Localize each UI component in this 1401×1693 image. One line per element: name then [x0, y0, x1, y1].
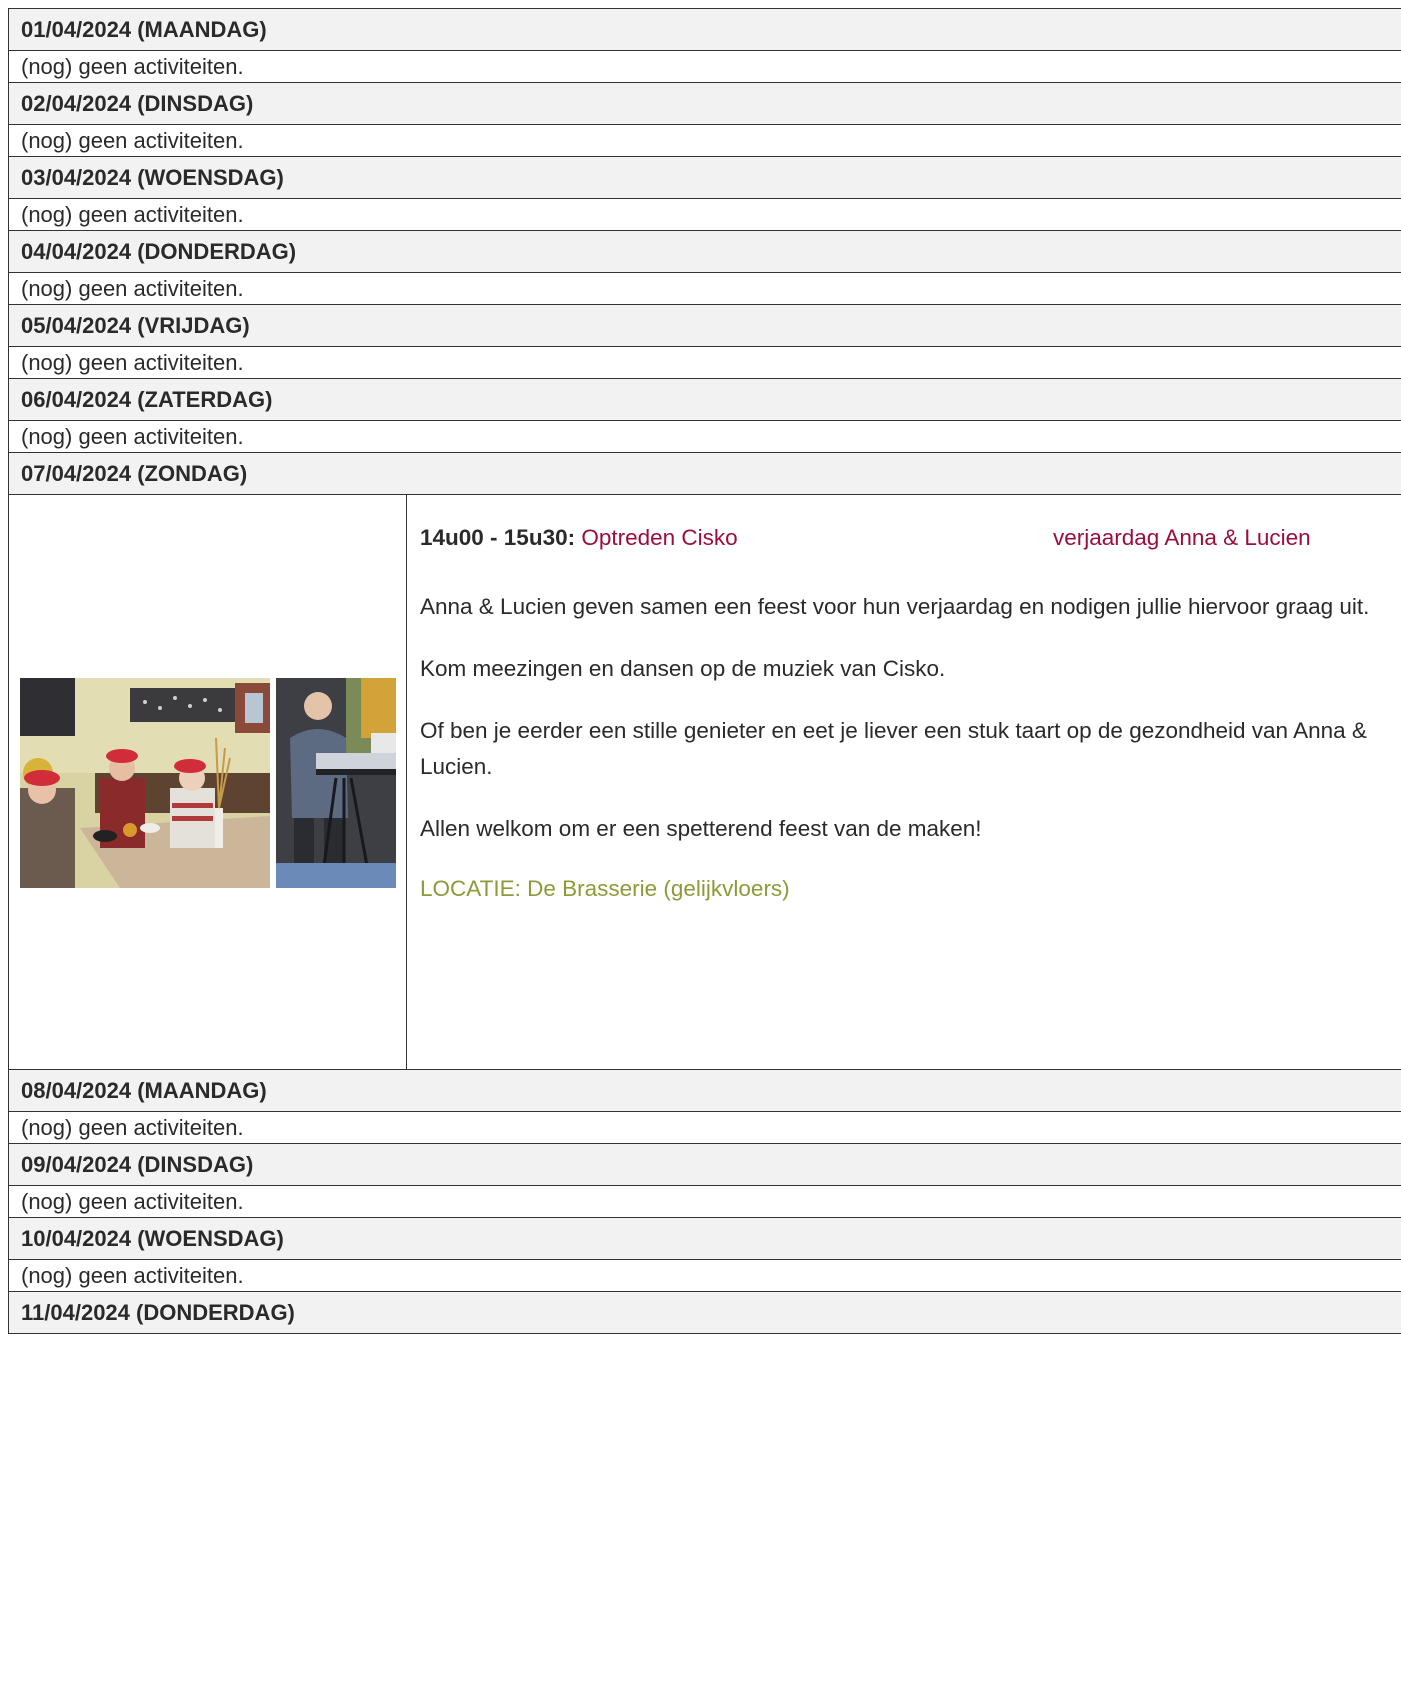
day-header: 11/04/2024 (DONDERDAG) — [8, 1291, 1401, 1334]
event-photos — [20, 677, 396, 888]
day-header: 01/04/2024 (MAANDAG) — [8, 8, 1401, 51]
day-header: 10/04/2024 (WOENSDAG) — [8, 1217, 1401, 1260]
event-description: Allen welkom om er een spetterend feest … — [420, 816, 982, 841]
event-row: 14u00 - 15u30: Optreden Cisko verjaardag… — [8, 495, 1401, 1070]
day-header: 07/04/2024 (ZONDAG) — [8, 452, 1401, 495]
event-subtitle: verjaardag Anna & Lucien — [1053, 525, 1311, 550]
no-activities: (nog) geen activiteiten. — [8, 125, 1401, 157]
no-activities: (nog) geen activiteiten. — [8, 1260, 1401, 1292]
event-description: Kom meezingen en dansen op de muziek van… — [420, 656, 946, 681]
day-header: 06/04/2024 (ZATERDAG) — [8, 378, 1401, 421]
activity-calendar: 01/04/2024 (MAANDAG) (nog) geen activite… — [8, 8, 1401, 1334]
event-description: Anna & Lucien geven samen een feest voor… — [420, 594, 1370, 619]
event-time: 14u00 - 15u30: — [420, 525, 576, 550]
day-header: 03/04/2024 (WOENSDAG) — [8, 156, 1401, 199]
no-activities: (nog) geen activiteiten. — [8, 1112, 1401, 1144]
day-header: 09/04/2024 (DINSDAG) — [8, 1143, 1401, 1186]
day-header: 05/04/2024 (VRIJDAG) — [8, 304, 1401, 347]
day-header: 08/04/2024 (MAANDAG) — [8, 1069, 1401, 1112]
no-activities: (nog) geen activiteiten. — [8, 51, 1401, 83]
event-image-cell — [9, 495, 407, 1070]
no-activities: (nog) geen activiteiten. — [8, 273, 1401, 305]
no-activities: (nog) geen activiteiten. — [8, 421, 1401, 453]
event-heading: 14u00 - 15u30: Optreden Cisko verjaardag… — [420, 520, 1401, 556]
event-title: Optreden Cisko — [581, 525, 738, 550]
event-location: LOCATIE: De Brasserie (gelijkvloers) — [420, 876, 790, 901]
event-description: Of ben je eerder een stille genieter en … — [420, 718, 1367, 779]
singer-photo[interactable] — [276, 677, 396, 888]
no-activities: (nog) geen activiteiten. — [8, 199, 1401, 231]
no-activities: (nog) geen activiteiten. — [8, 1186, 1401, 1218]
no-activities: (nog) geen activiteiten. — [8, 347, 1401, 379]
day-header: 02/04/2024 (DINSDAG) — [8, 82, 1401, 125]
day-header: 04/04/2024 (DONDERDAG) — [8, 230, 1401, 273]
event-details: 14u00 - 15u30: Optreden Cisko verjaardag… — [407, 495, 1401, 1070]
party-photo[interactable] — [20, 677, 270, 888]
